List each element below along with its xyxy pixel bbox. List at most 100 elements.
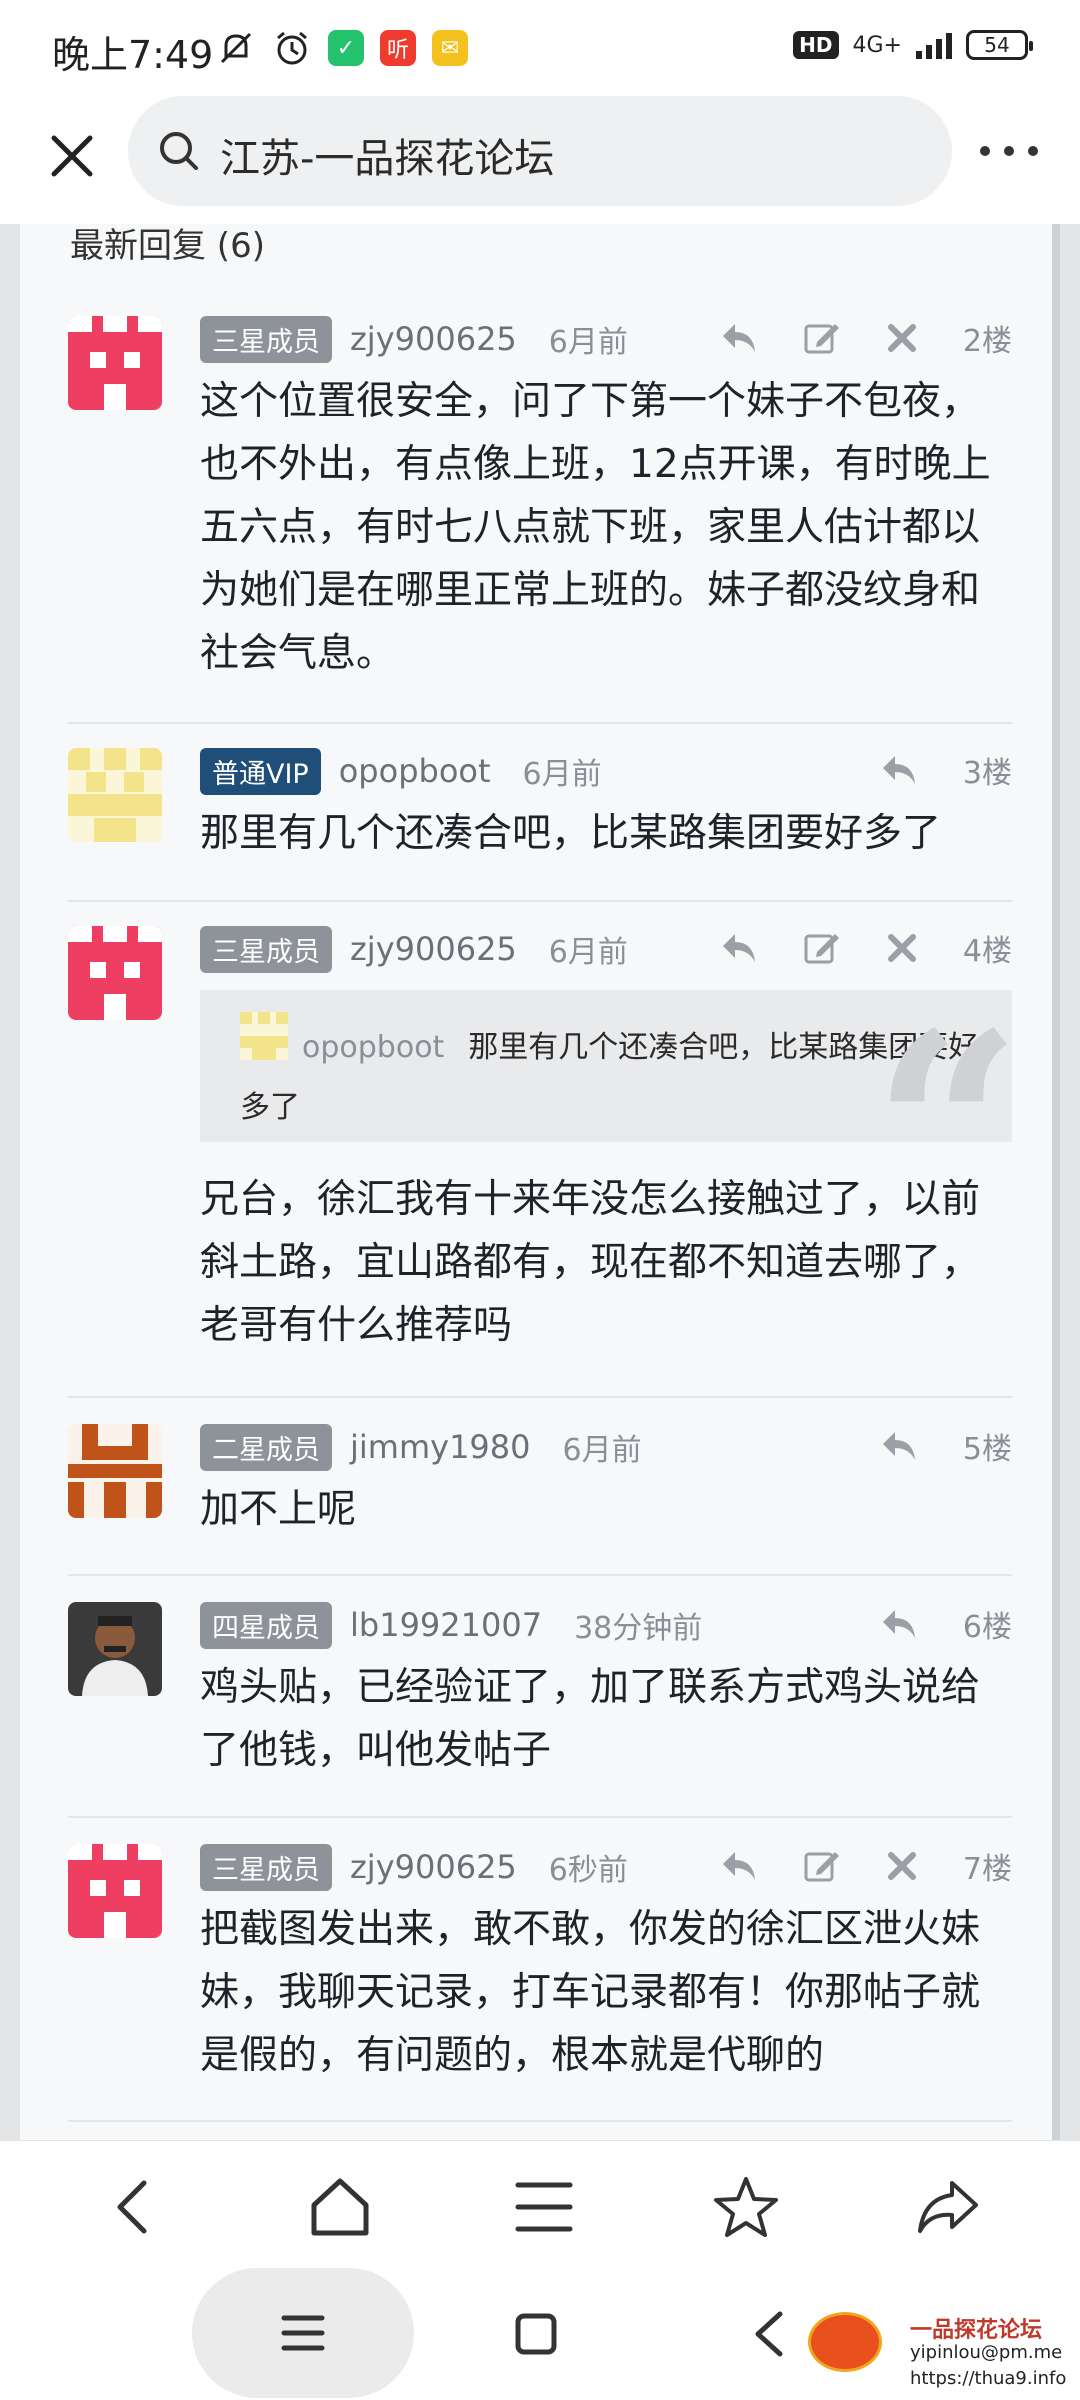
- home-icon[interactable]: [304, 2171, 376, 2243]
- username-link[interactable]: zjy900625: [350, 1848, 517, 1886]
- post-divider: [68, 1574, 1012, 1576]
- reply-post: 三星成员 zjy900625 6月前 2楼 这个位置很安全，问了下第一个妹子不包…: [68, 315, 1012, 676]
- floor-number: 4楼: [962, 934, 1012, 969]
- share-icon[interactable]: [912, 2171, 984, 2243]
- status-bar: 晚上7:49 ✓ 听 ✉ HD 4G+ 54: [0, 0, 1080, 96]
- username-link[interactable]: zjy900625: [350, 320, 517, 358]
- quoted-reply: opopboot那里有几个还凑合吧，比某路集团要好多了 “: [200, 990, 1012, 1142]
- recents-menu-icon: [281, 2315, 325, 2351]
- post-time: 6月前: [548, 325, 628, 360]
- floor-number: 5楼: [962, 1432, 1012, 1467]
- post-time: 6月前: [562, 1433, 642, 1468]
- section-title: 最新回复 (6): [70, 226, 265, 266]
- status-icons-right: HD 4G+ 54: [793, 30, 1033, 60]
- reply-post: 普通VIP opopboot 6月前 3楼 那里有几个还凑合吧，比某路集团要好多…: [68, 747, 1012, 868]
- signal-icon: [916, 31, 952, 59]
- system-nav-bar: 一品探花论坛 yipinlou@pm.me https://thua9.info: [0, 2268, 1080, 2400]
- listen-app-icon: 听: [380, 30, 416, 66]
- post-content: 那里有几个还凑合吧，比某路集团要好多了: [200, 811, 942, 856]
- post-time: 6月前: [548, 935, 628, 970]
- system-back-icon[interactable]: [748, 2308, 792, 2360]
- post-meta: 四星成员 lb19921007 38分钟前 6楼: [200, 1601, 1012, 1649]
- rank-badge: 三星成员: [200, 1843, 332, 1891]
- post-content: 兄台，徐汇我有十来年没怎么接触过了，以前斜土路，宜山路都有，现在都不知道去哪了，…: [200, 1177, 981, 1348]
- alarm-icon: [277, 31, 307, 65]
- watermark-email: yipinlou@pm.me: [910, 2342, 1063, 2363]
- delete-icon[interactable]: [885, 321, 919, 355]
- floor-number: 2楼: [962, 324, 1012, 359]
- rank-badge: 普通VIP: [200, 747, 321, 795]
- username-link[interactable]: zjy900625: [350, 930, 517, 968]
- post-actions: 7楼: [719, 1844, 1012, 1888]
- watermark-url: https://thua9.info: [910, 2368, 1067, 2389]
- avatar[interactable]: [68, 1602, 162, 1696]
- delete-icon[interactable]: [885, 1849, 919, 1883]
- avatar[interactable]: [68, 926, 162, 1020]
- floor-number: 3楼: [962, 756, 1012, 791]
- search-icon: [160, 132, 198, 170]
- username-link[interactable]: lb19921007: [350, 1606, 542, 1644]
- post-meta: 普通VIP opopboot 6月前 3楼: [200, 747, 1012, 795]
- battery-level: 54: [984, 33, 1010, 57]
- reply-icon[interactable]: [719, 930, 759, 966]
- reply-post: 三星成员 zjy900625 6秒前 7楼 把截图发出来，敢不敢，你发的徐汇区泄…: [68, 1843, 1012, 2104]
- post-divider: [68, 722, 1012, 724]
- avatar[interactable]: [68, 1844, 162, 1938]
- search-bar[interactable]: 江苏-一品探花论坛: [128, 96, 952, 206]
- search-text: 江苏-一品探花论坛: [220, 136, 555, 182]
- avatar[interactable]: [68, 748, 162, 842]
- bookmark-star-icon[interactable]: [710, 2171, 782, 2243]
- post-actions: 3楼: [879, 748, 1012, 792]
- avatar[interactable]: [68, 316, 162, 410]
- post-content: 把截图发出来，敢不敢，你发的徐汇区泄火妹妹，我聊天记录，打车记录都有！你那帖子就…: [200, 1907, 981, 2078]
- post-time: 38分钟前: [574, 1611, 703, 1646]
- post-actions: 6楼: [879, 1602, 1012, 1646]
- forum-logo: [808, 2312, 882, 2372]
- rank-badge: 四星成员: [200, 1601, 332, 1649]
- edit-icon[interactable]: [803, 320, 841, 356]
- reply-icon[interactable]: [879, 1428, 919, 1464]
- post-divider: [68, 900, 1012, 902]
- watermark-title: 一品探花论坛: [910, 2318, 1043, 2343]
- quote-username[interactable]: opopboot: [302, 1030, 444, 1065]
- back-icon[interactable]: [100, 2171, 172, 2243]
- post-actions: 2楼: [719, 316, 1012, 360]
- close-icon[interactable]: [40, 124, 104, 188]
- rank-badge: 三星成员: [200, 925, 332, 973]
- reply-icon[interactable]: [879, 1606, 919, 1642]
- floor-number: 6楼: [962, 1610, 1012, 1645]
- username-link[interactable]: opopboot: [339, 752, 491, 790]
- reply-post: 四星成员 lb19921007 38分钟前 6楼 鸡头贴，已经验证了，加了联系方…: [68, 1601, 1012, 1792]
- reply-icon[interactable]: [879, 752, 919, 788]
- post-meta: 二星成员 jimmy1980 6月前 5楼: [200, 1423, 1012, 1471]
- quote-mark-icon: “: [872, 1000, 1012, 1143]
- browser-bottom-nav: [0, 2140, 1080, 2269]
- more-menu-icon[interactable]: [980, 146, 1038, 156]
- reply-post: 三星成员 zjy900625 6月前 4楼 opopboot 那里有几个还凑合吧，…: [68, 925, 1012, 1348]
- edit-icon[interactable]: [803, 930, 841, 966]
- avatar[interactable]: [68, 1424, 162, 1518]
- delete-icon[interactable]: [885, 931, 919, 965]
- recents-pill[interactable]: [192, 2268, 414, 2398]
- reply-icon[interactable]: [719, 1848, 759, 1884]
- browser-top-bar: 江苏-一品探花论坛: [0, 96, 1080, 225]
- mute-icon: [220, 32, 252, 64]
- rank-badge: 三星成员: [200, 315, 332, 363]
- forum-watermark: 一品探花论坛 yipinlou@pm.me https://thua9.info: [808, 2312, 1068, 2400]
- reply-icon[interactable]: [719, 320, 759, 356]
- floor-number: 7楼: [962, 1852, 1012, 1887]
- post-time: 6月前: [522, 757, 602, 792]
- hd-badge: HD: [793, 31, 839, 59]
- post-meta: 三星成员 zjy900625 6秒前 7楼: [200, 1843, 1012, 1891]
- username-link[interactable]: jimmy1980: [350, 1428, 531, 1466]
- post-content: 这个位置很安全，问了下第一个妹子不包夜，也不外出，有点像上班，12点开课，有时晚…: [200, 379, 991, 676]
- post-meta: 三星成员 zjy900625 6月前 4楼: [200, 925, 1012, 973]
- post-divider: [68, 2120, 1012, 2122]
- rank-badge: 二星成员: [200, 1423, 332, 1471]
- quote-line: opopboot 那里有几个还凑合吧，比某路集团要好多了: [240, 1018, 980, 1138]
- battery-icon: 54: [966, 30, 1033, 60]
- system-home-icon[interactable]: [512, 2310, 560, 2358]
- post-time: 6秒前: [548, 1853, 628, 1888]
- menu-icon[interactable]: [508, 2171, 580, 2243]
- edit-icon[interactable]: [803, 1848, 841, 1884]
